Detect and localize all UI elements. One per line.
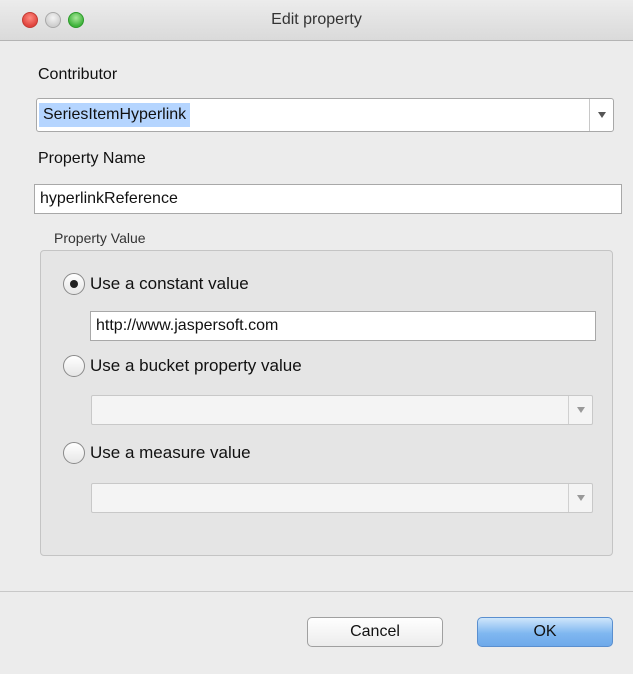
property-value-group-label: Property Value [54,230,146,246]
constant-value-field[interactable] [90,311,596,341]
radio-bucket-property-value[interactable] [63,355,85,377]
measure-dropdown-button[interactable] [568,484,592,512]
bucket-property-dropdown[interactable] [91,395,593,425]
bucket-property-dropdown-button[interactable] [568,396,592,424]
chevron-down-icon [577,407,585,413]
window-title: Edit property [271,11,362,28]
property-name-label: Property Name [38,150,146,167]
radio-bucket-property-value-label[interactable]: Use a bucket property value [90,356,302,376]
ok-button[interactable]: OK [477,617,613,647]
chevron-down-icon [577,495,585,501]
measure-dropdown[interactable] [91,483,593,513]
contributor-combo[interactable]: SeriesItemHyperlink [36,98,614,132]
contributor-label: Contributor [38,66,118,83]
contributor-selected-value: SeriesItemHyperlink [39,103,191,127]
radio-constant-value[interactable] [63,273,85,295]
title-bar: Edit property [0,0,633,41]
contributor-dropdown-button[interactable] [589,99,613,131]
cancel-button[interactable]: Cancel [307,617,443,647]
radio-measure-value[interactable] [63,442,85,464]
radio-constant-value-label[interactable]: Use a constant value [90,274,249,294]
footer-divider [0,591,633,592]
radio-measure-value-label[interactable]: Use a measure value [90,443,251,463]
radio-selected-dot-icon [70,280,78,288]
property-name-field[interactable] [34,184,622,214]
chevron-down-icon [598,112,606,118]
